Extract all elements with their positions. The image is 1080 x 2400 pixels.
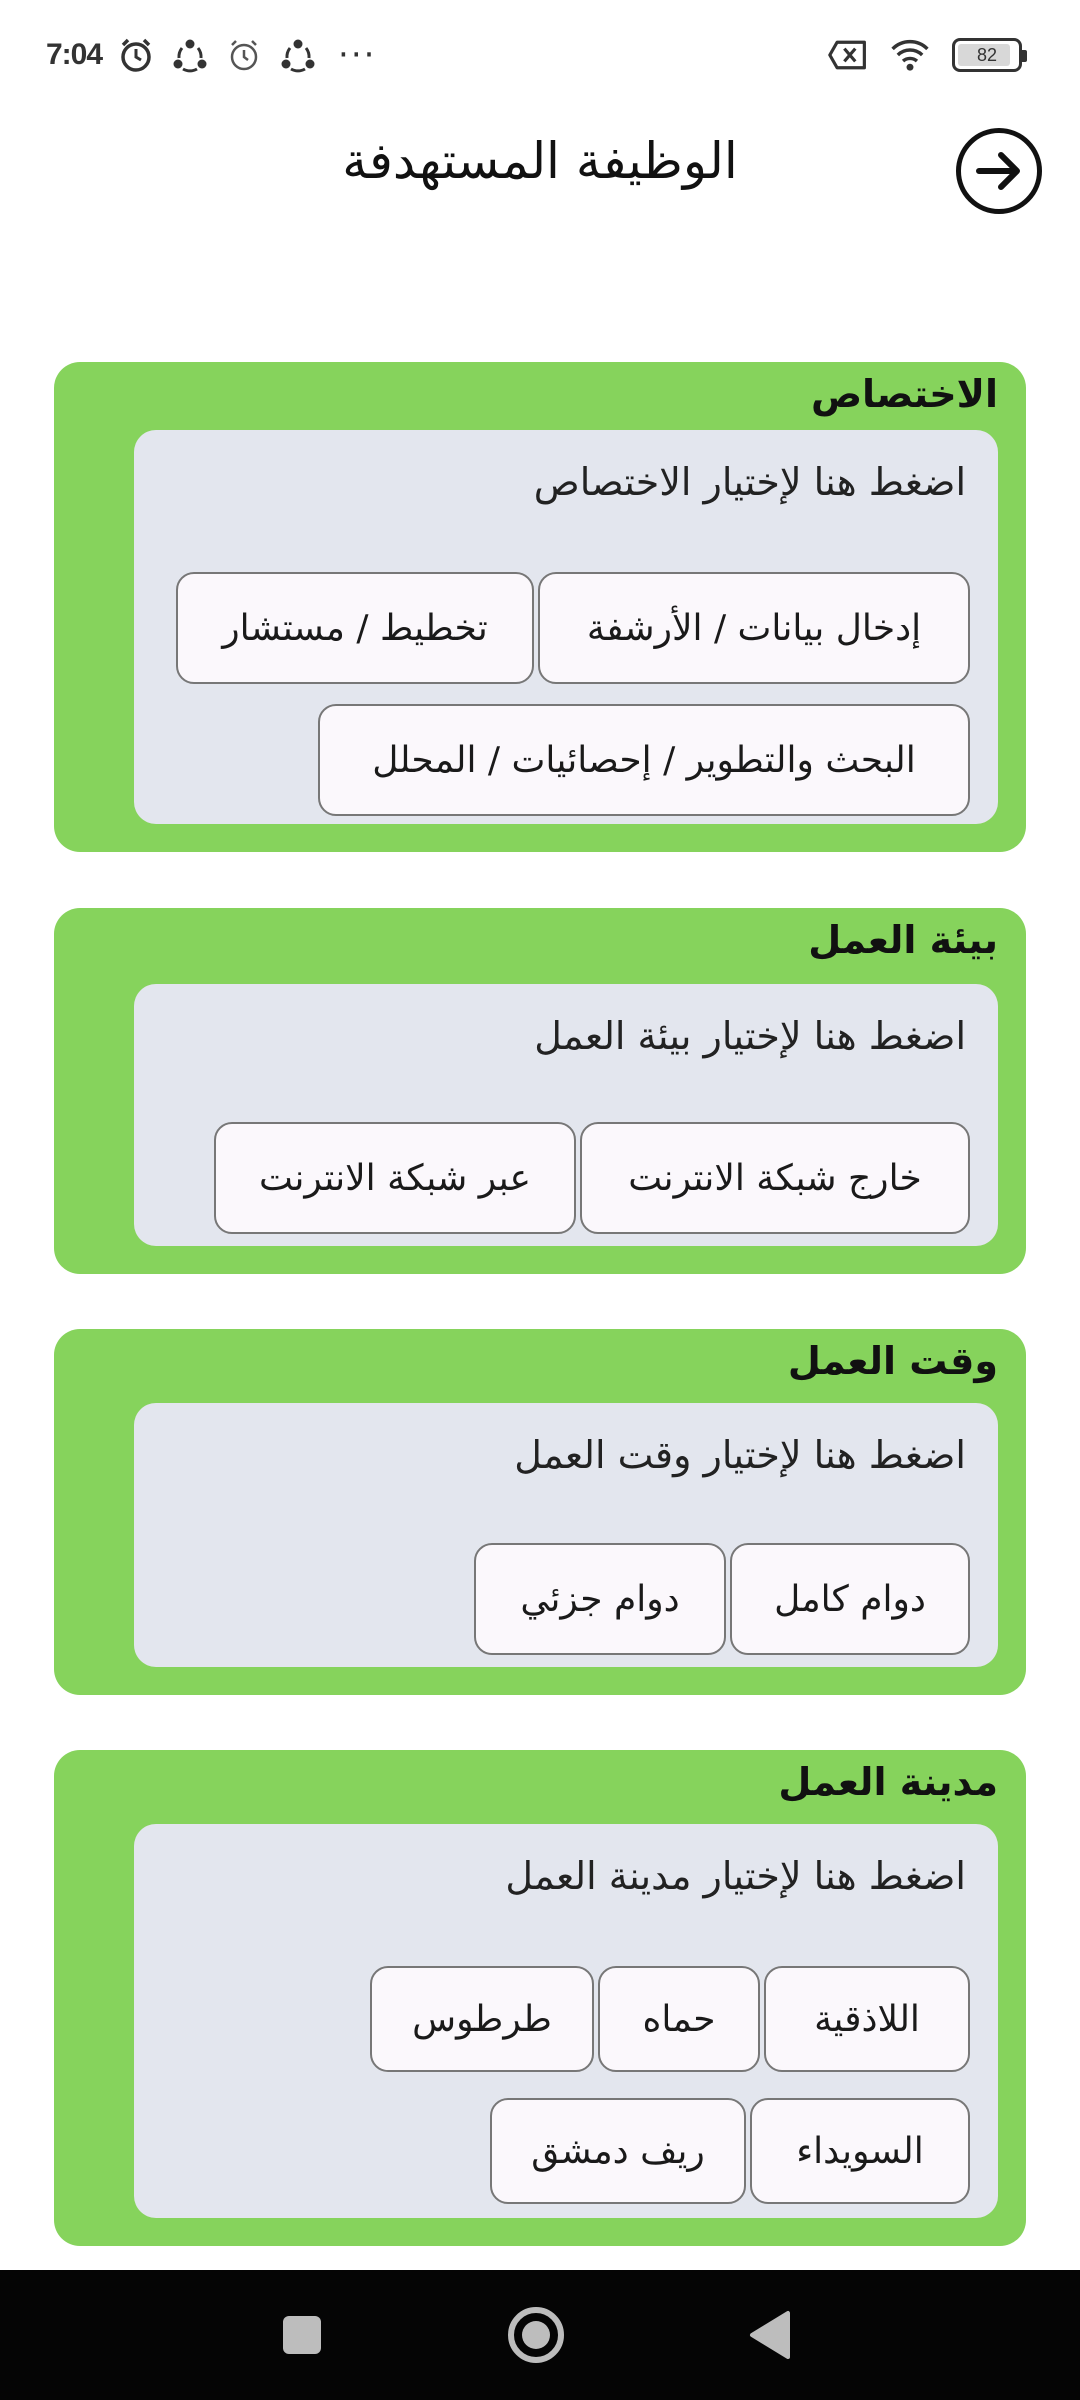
option-chip[interactable]: خارج شبكة الانترنت — [580, 1122, 970, 1234]
work-city-prompt[interactable]: اضغط هنا لإختيار مدينة العمل — [505, 1854, 966, 1898]
sim-off-icon — [828, 35, 868, 75]
status-time: 7:04 — [46, 38, 103, 71]
option-chip[interactable]: اللاذقية — [764, 1966, 970, 2072]
option-chip[interactable]: ريف دمشق — [490, 2098, 746, 2204]
recents-button[interactable] — [262, 2270, 342, 2400]
option-chip[interactable]: دوام كامل — [730, 1543, 970, 1655]
triangle-back-icon — [750, 2311, 790, 2359]
alarm-outline-icon — [224, 35, 264, 75]
sync-icon-2 — [278, 35, 318, 75]
option-chip[interactable]: تخطيط / مستشار — [176, 572, 534, 684]
option-chip[interactable]: دوام جزئي — [474, 1543, 726, 1655]
back-nav-button[interactable] — [730, 2270, 810, 2400]
specialty-panel[interactable]: اضغط هنا لإختيار الاختصاص إدخال بيانات /… — [134, 430, 998, 824]
square-icon — [283, 2316, 321, 2354]
section-work-time: وقت العمل اضغط هنا لإختيار وقت العمل دوا… — [54, 1329, 1026, 1695]
status-left: 7:04 ··· — [46, 30, 376, 80]
work-environment-prompt[interactable]: اضغط هنا لإختيار بيئة العمل — [534, 1014, 966, 1058]
battery-level: 82 — [976, 44, 998, 65]
option-chip[interactable]: السويداء — [750, 2098, 970, 2204]
option-chip[interactable]: عبر شبكة الانترنت — [214, 1122, 576, 1234]
section-work-city: مدينة العمل اضغط هنا لإختيار مدينة العمل… — [54, 1750, 1026, 2246]
wifi-icon — [890, 35, 930, 75]
work-time-panel[interactable]: اضغط هنا لإختيار وقت العمل دوام كامل دوا… — [134, 1403, 998, 1667]
home-button[interactable] — [496, 2270, 576, 2400]
alarm-icon — [116, 35, 156, 75]
specialty-prompt[interactable]: اضغط هنا لإختيار الاختصاص — [534, 460, 966, 504]
back-button[interactable] — [956, 128, 1042, 214]
option-chip[interactable]: إدخال بيانات / الأرشفة — [538, 572, 970, 684]
status-bar: 7:04 ··· 82 — [0, 0, 1080, 110]
work-time-prompt[interactable]: اضغط هنا لإختيار وقت العمل — [514, 1433, 966, 1477]
arrow-right-icon — [976, 152, 1020, 190]
section-title: مدينة العمل — [778, 1760, 998, 1804]
battery-icon: 82 — [952, 38, 1027, 72]
sync-icon — [170, 35, 210, 75]
section-work-environment: بيئة العمل اضغط هنا لإختيار بيئة العمل خ… — [54, 908, 1026, 1274]
section-title: وقت العمل — [787, 1339, 998, 1383]
header: الوظيفة المستهدفة — [0, 110, 1080, 230]
status-right: 82 — [828, 30, 1027, 80]
section-specialty: الاختصاص اضغط هنا لإختيار الاختصاص إدخال… — [54, 362, 1026, 852]
more-notifications-icon: ··· — [338, 35, 377, 75]
section-title: بيئة العمل — [808, 918, 998, 962]
work-environment-panel[interactable]: اضغط هنا لإختيار بيئة العمل خارج شبكة ال… — [134, 984, 998, 1246]
option-chip[interactable]: طرطوس — [370, 1966, 594, 2072]
section-title: الاختصاص — [810, 372, 998, 416]
circle-home-icon — [508, 2307, 564, 2363]
option-chip[interactable]: البحث والتطوير / إحصائيات / المحلل — [318, 704, 970, 816]
work-city-panel[interactable]: اضغط هنا لإختيار مدينة العمل اللاذقية حم… — [134, 1824, 998, 2218]
option-chip[interactable]: حماه — [598, 1966, 760, 2072]
system-nav-bar — [0, 2270, 1080, 2400]
page-title: الوظيفة المستهدفة — [342, 132, 738, 190]
